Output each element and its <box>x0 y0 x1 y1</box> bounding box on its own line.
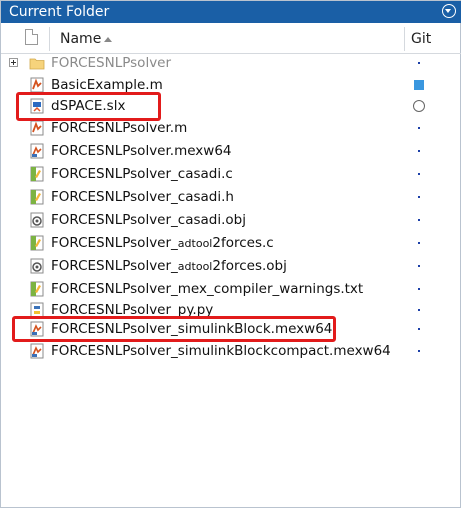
list-item[interactable]: FORCESNLPsolver_casadi.obj <box>1 211 461 230</box>
highlight-box-dspace <box>16 92 161 121</box>
c-file-icon <box>30 166 44 182</box>
git-status-dot-icon <box>412 344 426 358</box>
file-name: FORCESNLPsolver.m <box>51 120 188 136</box>
git-status-dot-icon <box>412 56 426 70</box>
file-name: FORCESNLPsolver_casadi.c <box>51 166 233 182</box>
git-column-header[interactable]: Git <box>411 31 431 47</box>
list-item[interactable]: FORCESNLPsolver_adtool2forces.c <box>1 234 461 253</box>
circle-chevron-down-icon[interactable] <box>442 4 456 18</box>
name-column-header[interactable]: Name <box>60 31 101 47</box>
h-file-icon <box>30 189 44 205</box>
expand-icon[interactable] <box>9 58 18 67</box>
column-divider[interactable] <box>404 27 405 51</box>
git-status-dot-icon <box>412 322 426 336</box>
mex-file-icon <box>30 143 44 159</box>
column-divider[interactable] <box>49 27 50 51</box>
file-name: FORCESNLPsolver_mex_compiler_warnings.tx… <box>51 281 364 297</box>
file-name: FORCESNLPsolver_casadi.obj <box>51 212 246 228</box>
git-status-dot-icon <box>412 282 426 296</box>
m-file-icon <box>30 77 44 93</box>
git-status-dot-icon <box>412 144 426 158</box>
column-header: Name Git <box>1 25 461 54</box>
highlight-box-simulinkblock <box>12 316 336 342</box>
sort-ascending-icon[interactable] <box>104 37 112 42</box>
c-file-icon <box>30 235 44 251</box>
list-item[interactable]: FORCESNLPsolver_simulinkBlockcompact.mex… <box>1 342 461 361</box>
git-status-dot-icon <box>412 190 426 204</box>
git-status-dot-icon <box>412 236 426 250</box>
list-item[interactable]: FORCESNLPsolver.m <box>1 119 461 138</box>
file-name: FORCESNLPsolver_adtool2forces.obj <box>51 258 287 274</box>
file-name: FORCESNLPsolver_adtool2forces.c <box>51 235 274 251</box>
git-status-dot-icon <box>412 259 426 273</box>
text-file-icon <box>30 281 44 297</box>
file-name: FORCESNLPsolver_simulinkBlockcompact.mex… <box>51 343 391 359</box>
panel-title: Current Folder <box>9 4 110 20</box>
git-status-dot-icon <box>412 167 426 181</box>
file-name: BasicExample.m <box>51 77 163 93</box>
mex-file-icon <box>30 343 44 359</box>
m-file-icon <box>30 120 44 136</box>
file-name: FORCESNLPsolver_casadi.h <box>51 189 234 205</box>
panel-title-bar: Current Folder <box>1 1 461 23</box>
current-folder-panel: Current Folder Name Git FORCESNLPsolver … <box>0 0 461 508</box>
file-name: FORCESNLPsolver.mexw64 <box>51 143 232 159</box>
file-icon[interactable] <box>25 29 38 45</box>
list-item[interactable]: FORCESNLPsolver_mex_compiler_warnings.tx… <box>1 280 461 299</box>
list-item[interactable]: FORCESNLPsolver_casadi.c <box>1 165 461 184</box>
object-file-icon <box>30 212 44 228</box>
folder-icon <box>29 58 45 70</box>
list-item[interactable]: FORCESNLPsolver_casadi.h <box>1 188 461 207</box>
file-name: FORCESNLPsolver <box>51 55 172 71</box>
list-item[interactable]: FORCESNLPsolver_adtool2forces.obj <box>1 257 461 276</box>
object-file-icon <box>30 258 44 274</box>
git-modified-icon <box>412 78 426 92</box>
git-status-dot-icon <box>412 303 426 317</box>
git-status-dot-icon <box>412 213 426 227</box>
git-status-dot-icon <box>412 121 426 135</box>
list-item[interactable]: FORCESNLPsolver.mexw64 <box>1 142 461 161</box>
list-item-folder[interactable]: FORCESNLPsolver <box>1 54 461 73</box>
git-untracked-icon <box>412 99 426 113</box>
